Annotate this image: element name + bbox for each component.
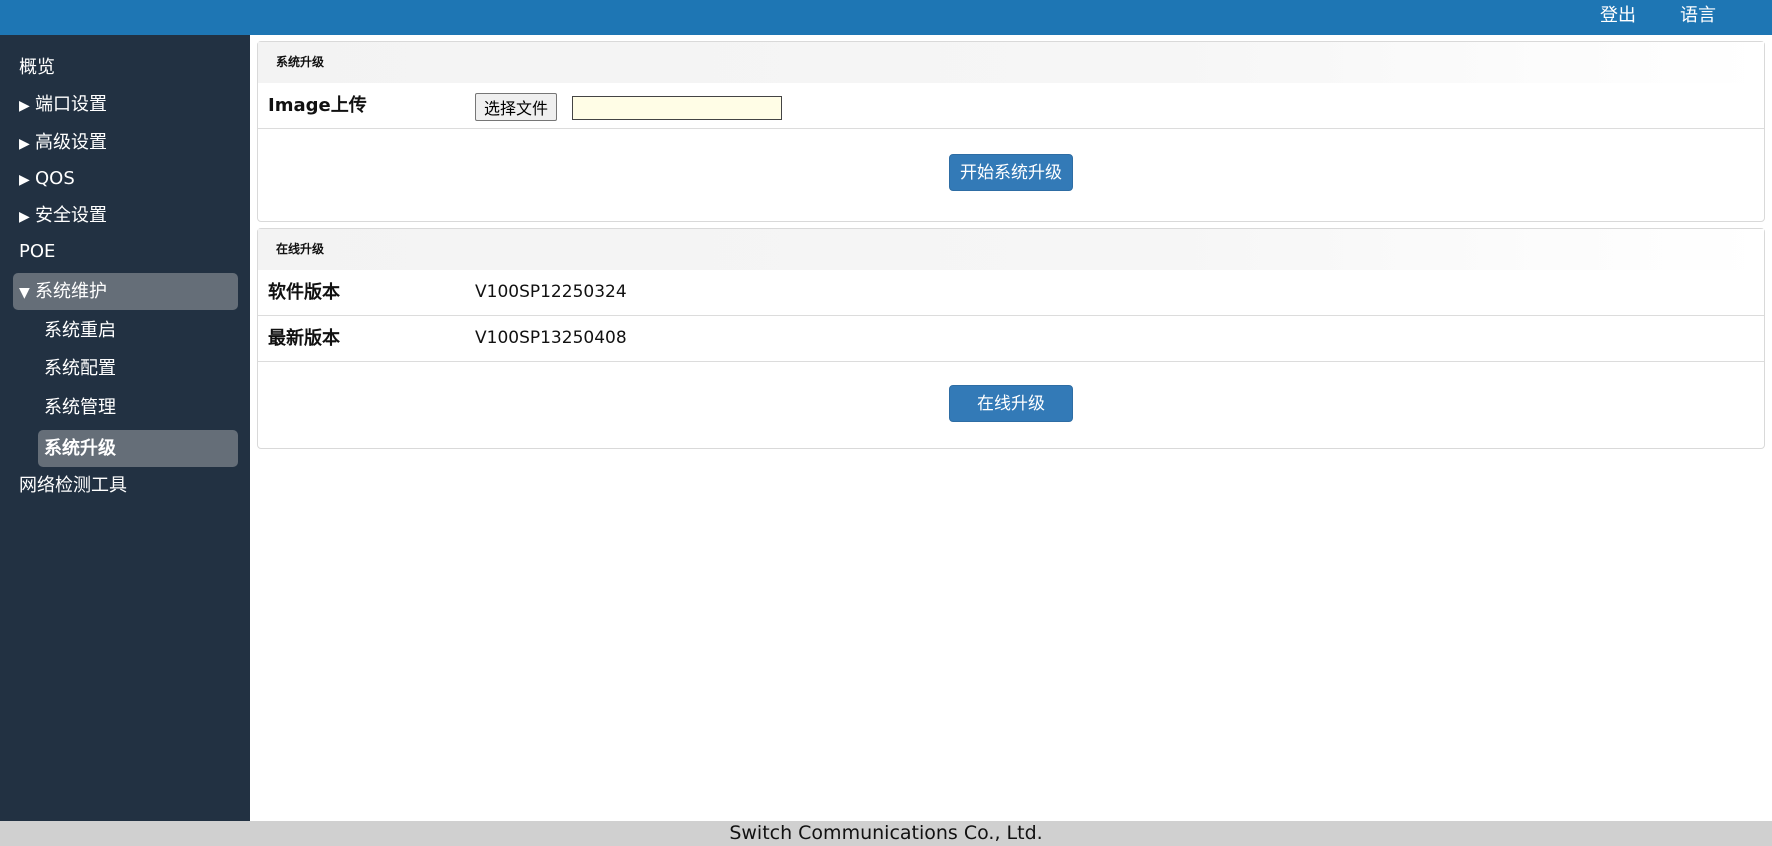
sidebar: 概览 ▶ 端口设置 ▶ 高级设置 ▶ QOS ▶ 安全设置 POE ▼ 系统维护 系统重启… xyxy=(0,35,250,821)
sidebar-item-label: 概览 xyxy=(19,57,55,78)
sidebar-item-network-tools[interactable]: 网络检测工具 xyxy=(13,467,238,504)
top-bar: 登出 语言 xyxy=(0,0,1772,35)
file-path-input[interactable] xyxy=(572,96,782,120)
expand-arrow-icon: ▶ xyxy=(19,209,30,225)
image-upload-label: Image上传 xyxy=(268,95,367,116)
system-upgrade-panel: 系统升级 Image上传 选择文件 开始系统升级 xyxy=(257,41,1765,222)
panel-title: 系统升级 xyxy=(258,42,1764,83)
software-version-label: 软件版本 xyxy=(268,282,340,303)
main-content: 系统升级 Image上传 选择文件 开始系统升级 在线升级 软件版本 V100S… xyxy=(250,35,1772,821)
sidebar-item-label: QOS xyxy=(35,168,75,189)
sidebar-item-label: 网络检测工具 xyxy=(19,475,127,496)
sidebar-item-label: 端口设置 xyxy=(35,94,107,115)
online-upgrade-row: 在线升级 xyxy=(258,362,1764,448)
sidebar-subitem-label: 系统配置 xyxy=(44,358,116,379)
panel-title: 在线升级 xyxy=(258,229,1764,270)
footer: Switch Communications Co., Ltd. xyxy=(0,821,1772,846)
footer-company-text: Switch Communications Co., Ltd. xyxy=(729,822,1043,844)
software-version-row: 软件版本 V100SP12250324 xyxy=(258,270,1764,316)
sidebar-subitem-label: 系统升级 xyxy=(44,438,116,459)
start-upgrade-button[interactable]: 开始系统升级 xyxy=(949,154,1073,191)
online-upgrade-button[interactable]: 在线升级 xyxy=(949,385,1073,422)
sidebar-subitem-system-upgrade[interactable]: 系统升级 xyxy=(38,430,238,467)
sidebar-subitem-system-reboot[interactable]: 系统重启 xyxy=(38,312,238,349)
online-upgrade-panel: 在线升级 软件版本 V100SP12250324 最新版本 V100SP1325… xyxy=(257,228,1765,449)
sidebar-item-label: POE xyxy=(19,241,56,262)
choose-file-button[interactable]: 选择文件 xyxy=(475,93,558,121)
expand-arrow-icon: ▶ xyxy=(19,136,30,152)
language-link[interactable]: 语言 xyxy=(1680,5,1716,27)
sidebar-subitem-system-management[interactable]: 系统管理 xyxy=(38,389,238,426)
expand-arrow-icon: ▶ xyxy=(19,98,30,114)
latest-version-label: 最新版本 xyxy=(268,328,340,349)
sidebar-item-security-settings[interactable]: ▶ 安全设置 xyxy=(13,197,238,234)
logout-link[interactable]: 登出 xyxy=(1600,5,1636,27)
expand-arrow-icon: ▶ xyxy=(19,172,30,188)
sidebar-item-label: 安全设置 xyxy=(35,205,107,226)
latest-version-value: V100SP13250408 xyxy=(475,328,627,348)
sidebar-item-advanced-settings[interactable]: ▶ 高级设置 xyxy=(13,124,238,161)
sidebar-subitem-system-config[interactable]: 系统配置 xyxy=(38,350,238,387)
sidebar-item-label: 系统维护 xyxy=(35,281,107,302)
sidebar-item-label: 高级设置 xyxy=(35,132,107,153)
latest-version-row: 最新版本 V100SP13250408 xyxy=(258,316,1764,362)
sidebar-subitem-label: 系统重启 xyxy=(44,320,116,341)
start-upgrade-row: 开始系统升级 xyxy=(258,129,1764,221)
collapse-arrow-icon: ▼ xyxy=(19,285,30,301)
sidebar-item-qos[interactable]: ▶ QOS xyxy=(13,160,238,197)
software-version-value: V100SP12250324 xyxy=(475,282,627,302)
sidebar-item-port-settings[interactable]: ▶ 端口设置 xyxy=(13,86,238,123)
image-upload-row: Image上传 选择文件 xyxy=(258,83,1764,129)
sidebar-item-poe[interactable]: POE xyxy=(13,233,238,270)
sidebar-item-overview[interactable]: 概览 xyxy=(13,49,238,86)
sidebar-subitem-label: 系统管理 xyxy=(44,397,116,418)
sidebar-item-system-maintenance[interactable]: ▼ 系统维护 xyxy=(13,273,238,310)
